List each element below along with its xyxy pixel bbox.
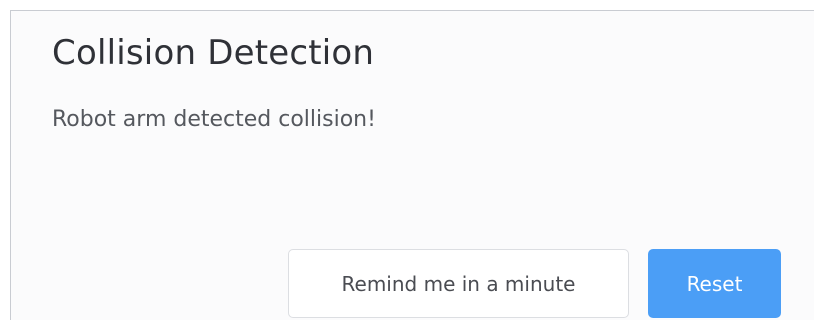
dialog-title: Collision Detection xyxy=(52,33,375,73)
dialog-message: Robot arm detected collision! xyxy=(52,107,376,132)
remind-later-button[interactable]: Remind me in a minute xyxy=(288,249,629,318)
reset-button[interactable]: Reset xyxy=(648,249,781,318)
collision-dialog: Collision Detection Robot arm detected c… xyxy=(10,10,814,320)
